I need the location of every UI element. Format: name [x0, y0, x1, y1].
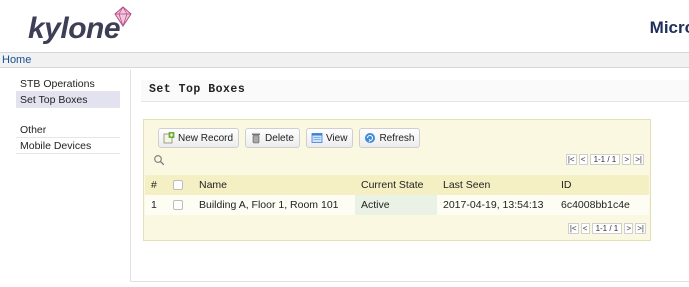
row-checkbox[interactable]	[173, 200, 183, 211]
view-label: View	[325, 132, 348, 144]
row-id: 6c4008bb1c4e	[555, 195, 649, 215]
breadcrumb-home-link[interactable]: Home	[2, 54, 31, 66]
row-select[interactable]	[167, 195, 193, 215]
row-name: Building A, Floor 1, Room 101	[193, 195, 355, 215]
data-grid: New Record Delete View Refresh |< < 1-1 …	[143, 119, 651, 241]
column-header-last-seen[interactable]: Last Seen	[437, 175, 555, 195]
refresh-button[interactable]: Refresh	[359, 128, 421, 148]
prev-page-button[interactable]: <	[580, 223, 590, 234]
view-button[interactable]: View	[305, 128, 354, 148]
column-header-name[interactable]: Name	[193, 175, 355, 195]
app-title: Micro	[649, 18, 689, 37]
next-page-button[interactable]: >	[622, 154, 632, 165]
sidebar-item-set-top-boxes[interactable]: Set Top Boxes	[16, 92, 120, 108]
app-header: kylone Micro	[0, 0, 689, 52]
refresh-label: Refresh	[379, 132, 415, 144]
sidebar: STB Operations Set Top Boxes Other Mobil…	[16, 76, 120, 168]
table-header-row: # Name Current State Last Seen ID	[145, 175, 649, 195]
column-header-number[interactable]: #	[145, 175, 167, 195]
page-info: 1-1 / 1	[591, 223, 623, 234]
first-page-button[interactable]: |<	[565, 154, 577, 165]
add-record-icon	[163, 132, 175, 144]
search-icon[interactable]	[153, 154, 165, 166]
search-row: |< < 1-1 / 1 > >|	[148, 153, 648, 169]
top-pager: |< < 1-1 / 1 > >|	[565, 154, 644, 165]
last-page-button[interactable]: >|	[633, 154, 644, 165]
main-content: Set Top Boxes New Record Delete View Ref…	[130, 70, 689, 282]
new-record-button[interactable]: New Record	[158, 128, 240, 148]
prev-page-button[interactable]: <	[578, 154, 588, 165]
view-list-icon	[311, 133, 323, 143]
column-header-select[interactable]	[167, 175, 193, 195]
column-header-id[interactable]: ID	[555, 175, 649, 195]
delete-label: Delete	[265, 132, 294, 144]
trash-icon	[252, 133, 261, 144]
bottom-pager: |< < 1-1 / 1 > >|	[567, 223, 646, 234]
row-current-state: Active	[355, 195, 437, 215]
sidebar-heading-stb-operations[interactable]: STB Operations	[16, 76, 120, 92]
delete-button[interactable]: Delete	[245, 128, 300, 148]
select-all-checkbox[interactable]	[173, 180, 183, 191]
sidebar-group-stb: STB Operations Set Top Boxes	[16, 76, 120, 108]
table-row[interactable]: 1 Building A, Floor 1, Room 101 Active 2…	[145, 195, 649, 215]
page-title: Set Top Boxes	[141, 80, 689, 102]
logo-text: kylone	[28, 12, 121, 45]
breadcrumb: Home	[0, 52, 689, 68]
row-last-seen: 2017-04-19, 13:54:13	[437, 195, 555, 215]
column-header-current-state[interactable]: Current State	[355, 175, 437, 195]
stb-table: # Name Current State Last Seen ID 1 Buil…	[145, 175, 649, 215]
gem-icon	[114, 6, 132, 28]
sidebar-group-other: Other Mobile Devices	[16, 122, 120, 154]
next-page-button[interactable]: >	[624, 223, 634, 234]
page-info: 1-1 / 1	[589, 154, 621, 165]
sidebar-item-mobile-devices[interactable]: Mobile Devices	[16, 138, 120, 154]
first-page-button[interactable]: |<	[567, 223, 579, 234]
last-page-button[interactable]: >|	[635, 223, 646, 234]
logo[interactable]: kylone	[28, 6, 138, 50]
grid-toolbar: New Record Delete View Refresh	[158, 128, 421, 148]
row-number: 1	[145, 195, 167, 215]
new-record-label: New Record	[178, 132, 234, 144]
refresh-icon	[365, 133, 376, 143]
sidebar-heading-other[interactable]: Other	[16, 122, 120, 138]
